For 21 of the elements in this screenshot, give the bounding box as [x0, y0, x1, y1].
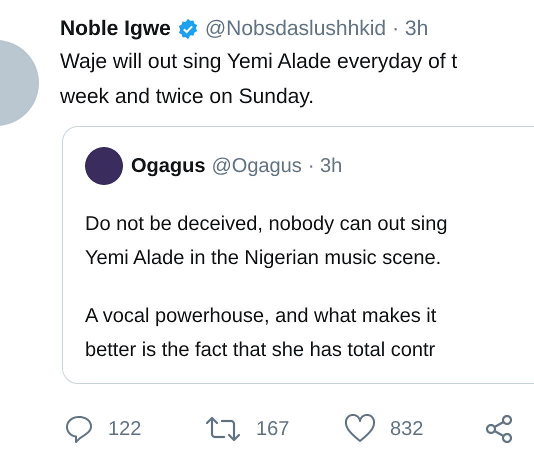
- tweet-time: · 3h: [308, 154, 342, 178]
- reply-count: 122: [108, 418, 142, 440]
- speech-bubble-icon[interactable]: [64, 414, 94, 444]
- quoted-text-line: Do not be deceived, nobody can out sing: [85, 212, 448, 237]
- tweet-time: · 3h: [392, 17, 428, 41]
- author-name[interactable]: Noble Igwe: [60, 17, 171, 41]
- retweet-count: 167: [256, 418, 290, 440]
- quoted-text-line: A vocal powerhouse, and what makes it: [85, 304, 438, 329]
- avatar-photo[interactable]: [85, 147, 123, 185]
- share-icon[interactable]: [484, 414, 514, 444]
- author-handle[interactable]: @Ogagus: [211, 154, 302, 178]
- retweet-icon[interactable]: [204, 414, 242, 444]
- heart-icon[interactable]: [344, 414, 376, 444]
- quoted-tweet-card[interactable]: Ogagus @Ogagus · 3h Do not be deceived, nobody can out sing Yemi Alade in the Nigerian music scene. A vocal powerhouse, and what makes it better is the fact that she has total contr: [62, 126, 534, 384]
- like-count: 832: [390, 418, 424, 440]
- author-name[interactable]: Ogagus: [131, 154, 206, 178]
- tweet-text-line: Waje will out sing Yemi Alade everyday of t: [60, 49, 458, 75]
- author-handle[interactable]: @Nobsdaslushhkid: [204, 17, 386, 41]
- quoted-text-line: Yemi Alade in the Nigerian music scene.: [85, 246, 442, 271]
- tweet-text-line: week and twice on Sunday.: [60, 84, 316, 110]
- quoted-text-line: better is the fact that she has total contr: [85, 338, 436, 363]
